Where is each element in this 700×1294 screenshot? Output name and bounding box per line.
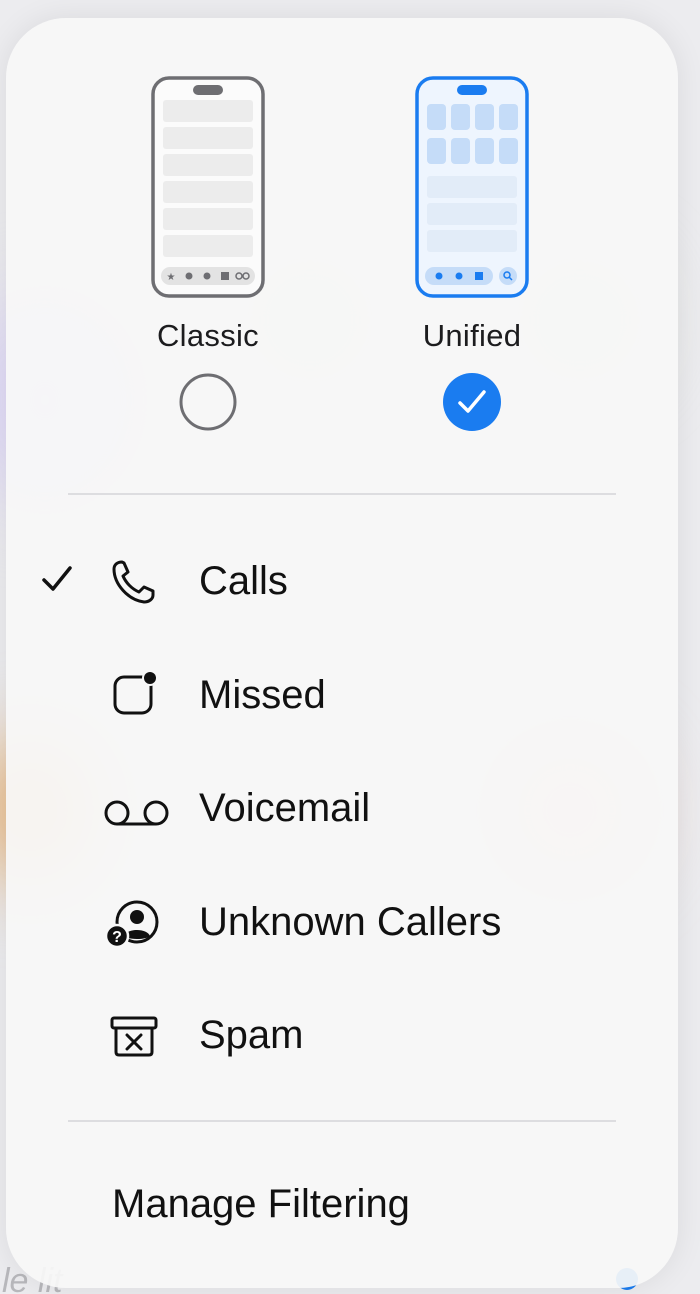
menu-item-label: Spam [199, 1013, 304, 1057]
menu-item-label: Missed [199, 673, 326, 717]
layout-option-classic[interactable]: ★ Classic [128, 76, 288, 432]
radio-selected-checkmark-icon[interactable] [442, 372, 502, 432]
missed-badge-icon [113, 670, 158, 715]
phone-icon [112, 560, 155, 604]
menu-item-missed[interactable]: Missed [6, 645, 678, 745]
unknown-caller-icon: ? [104, 900, 159, 949]
menu-item-label: Unknown Callers [199, 900, 502, 944]
layout-label-unified: Unified [422, 318, 522, 353]
divider [68, 493, 616, 495]
layout-label-classic: Classic [156, 318, 259, 353]
layout-option-unified[interactable]: Unified [392, 76, 552, 432]
menu-item-calls[interactable]: Calls [6, 531, 678, 631]
menu-item-voicemail[interactable]: Voicemail [6, 758, 678, 858]
svg-text:★: ★ [167, 272, 176, 283]
menu-item-unknown-callers[interactable]: ? Unknown Callers [6, 872, 678, 972]
menu-item-spam[interactable]: Spam [6, 985, 678, 1085]
voicemail-icon [104, 800, 169, 826]
unified-layout-phone-icon [415, 76, 529, 298]
radio-unselected-icon[interactable] [178, 372, 238, 432]
spam-box-icon [110, 1016, 158, 1057]
divider [68, 1120, 616, 1122]
classic-layout-phone-icon: ★ [151, 76, 265, 298]
filter-menu: ★ Classic Unified Calls Missed Voicemail… [6, 18, 678, 1288]
svg-text:?: ? [112, 929, 122, 946]
menu-item-label: Calls [199, 559, 288, 603]
manage-filtering-button[interactable]: Manage Filtering [112, 1181, 410, 1227]
checkmark-icon [42, 566, 72, 591]
menu-item-label: Voicemail [199, 786, 371, 830]
